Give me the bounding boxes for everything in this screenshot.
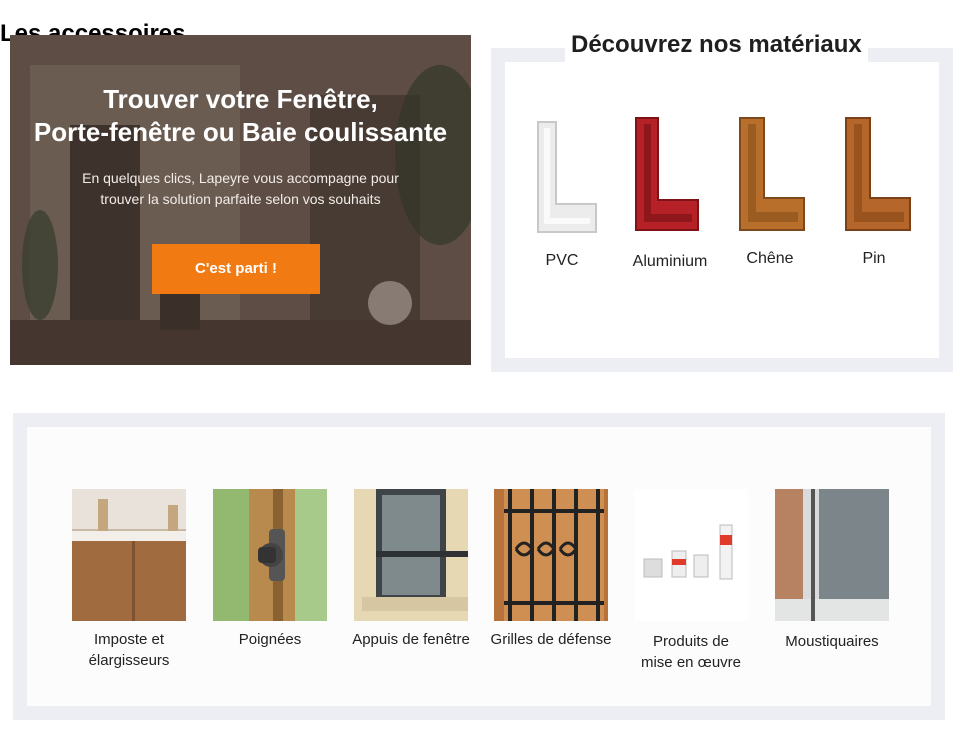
window-sill-image <box>354 488 468 621</box>
material-label: Aluminium <box>632 252 708 270</box>
material-pin[interactable]: Pin <box>828 113 920 274</box>
accessory-label: Poignées <box>238 630 302 648</box>
material-pvc[interactable]: PVC <box>516 113 608 274</box>
accessory-label: Appuis de fenêtre <box>352 630 470 648</box>
material-label: Pin <box>862 249 886 267</box>
material-aluminium[interactable]: Aluminium <box>624 113 716 274</box>
installation-products-image <box>634 488 748 621</box>
material-label: PVC <box>545 251 579 269</box>
material-label: Chêne <box>746 249 794 267</box>
security-grille-image <box>494 488 608 621</box>
pine-frame-image <box>828 113 920 242</box>
hero-title: Trouver votre Fenêtre, Porte-fenêtre ou B… <box>33 83 448 147</box>
accessory-label: Grilles de défense <box>490 630 612 648</box>
handle-image <box>213 488 327 621</box>
accessory-label: Moustiquaires <box>785 632 879 650</box>
hero-subtitle: En quelques clics, Lapeyre vous accompag… <box>82 169 399 207</box>
mosquito-net-image <box>775 488 889 621</box>
aluminium-frame-image <box>624 113 716 242</box>
hero-banner: Trouver votre Fenêtre, Porte-fenêtre ou B… <box>10 34 471 365</box>
materials-title: Découvrez nos matériaux <box>565 26 868 63</box>
start-button[interactable]: C'est parti ! <box>152 243 320 294</box>
accessory-label: Imposte et élargisseurs <box>88 630 170 669</box>
imposte-image <box>72 488 186 621</box>
oak-frame-image <box>724 113 816 242</box>
pvc-frame-image <box>516 113 608 242</box>
accessory-label: Produits de mise en œuvre <box>640 632 742 671</box>
material-chene[interactable]: Chêne <box>724 113 816 274</box>
